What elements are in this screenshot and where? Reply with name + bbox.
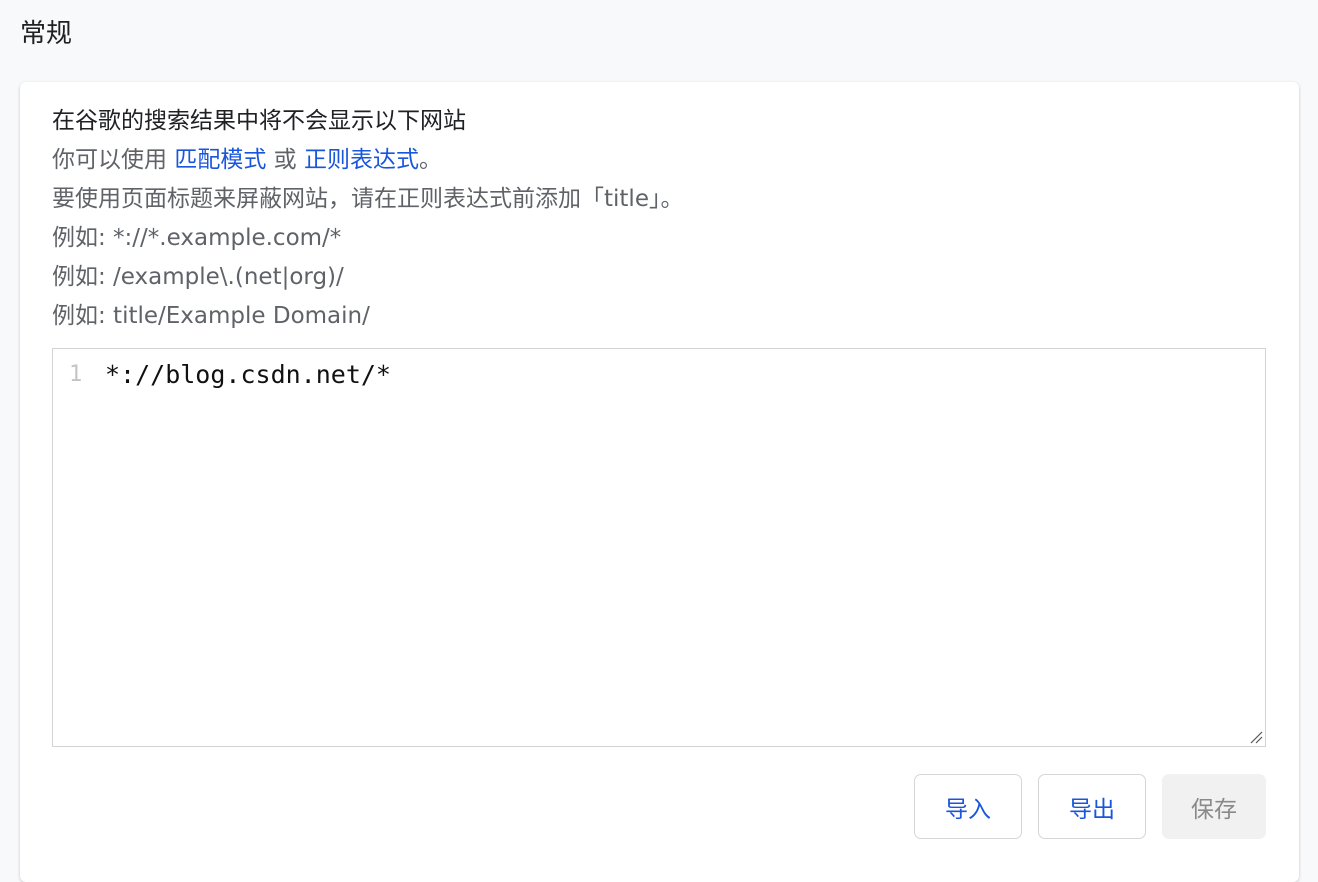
syntax-prefix: 你可以使用 (52, 147, 175, 173)
editor-line[interactable]: 1 *://blog.csdn.net/* (53, 349, 1265, 389)
section-title: 常规 (20, 19, 73, 49)
syntax-suffix: 。 (418, 147, 442, 173)
description-syntax-line: 你可以使用 匹配模式 或 正则表达式。 (52, 141, 1252, 180)
resize-handle-icon[interactable] (1247, 728, 1263, 744)
line-content[interactable]: *://blog.csdn.net/* (105, 357, 391, 393)
import-button[interactable]: 导入 (914, 774, 1022, 839)
blocklist-card: 在谷歌的搜索结果中将不会显示以下网站 你可以使用 匹配模式 或 正则表达式。 要… (20, 82, 1299, 882)
example-line-1: 例如: *://*.example.com/* (52, 225, 342, 251)
save-button[interactable]: 保存 (1162, 774, 1266, 839)
blocklist-editor[interactable]: 1 *://blog.csdn.net/* (52, 348, 1266, 747)
line-number: 1 (69, 362, 83, 387)
description: 在谷歌的搜索结果中将不会显示以下网站 你可以使用 匹配模式 或 正则表达式。 要… (52, 102, 1252, 336)
regex-link[interactable]: 正则表达式 (304, 147, 419, 173)
description-heading: 在谷歌的搜索结果中将不会显示以下网站 (52, 108, 466, 134)
description-title-hint: 要使用页面标题来屏蔽网站，请在正则表达式前添加「title」。 (52, 186, 684, 212)
example-line-2: 例如: /example\.(net|org)/ (52, 264, 344, 290)
match-pattern-link[interactable]: 匹配模式 (174, 147, 266, 173)
syntax-or: 或 (266, 147, 304, 173)
export-button[interactable]: 导出 (1038, 774, 1146, 839)
example-line-3: 例如: title/Example Domain/ (52, 303, 370, 329)
